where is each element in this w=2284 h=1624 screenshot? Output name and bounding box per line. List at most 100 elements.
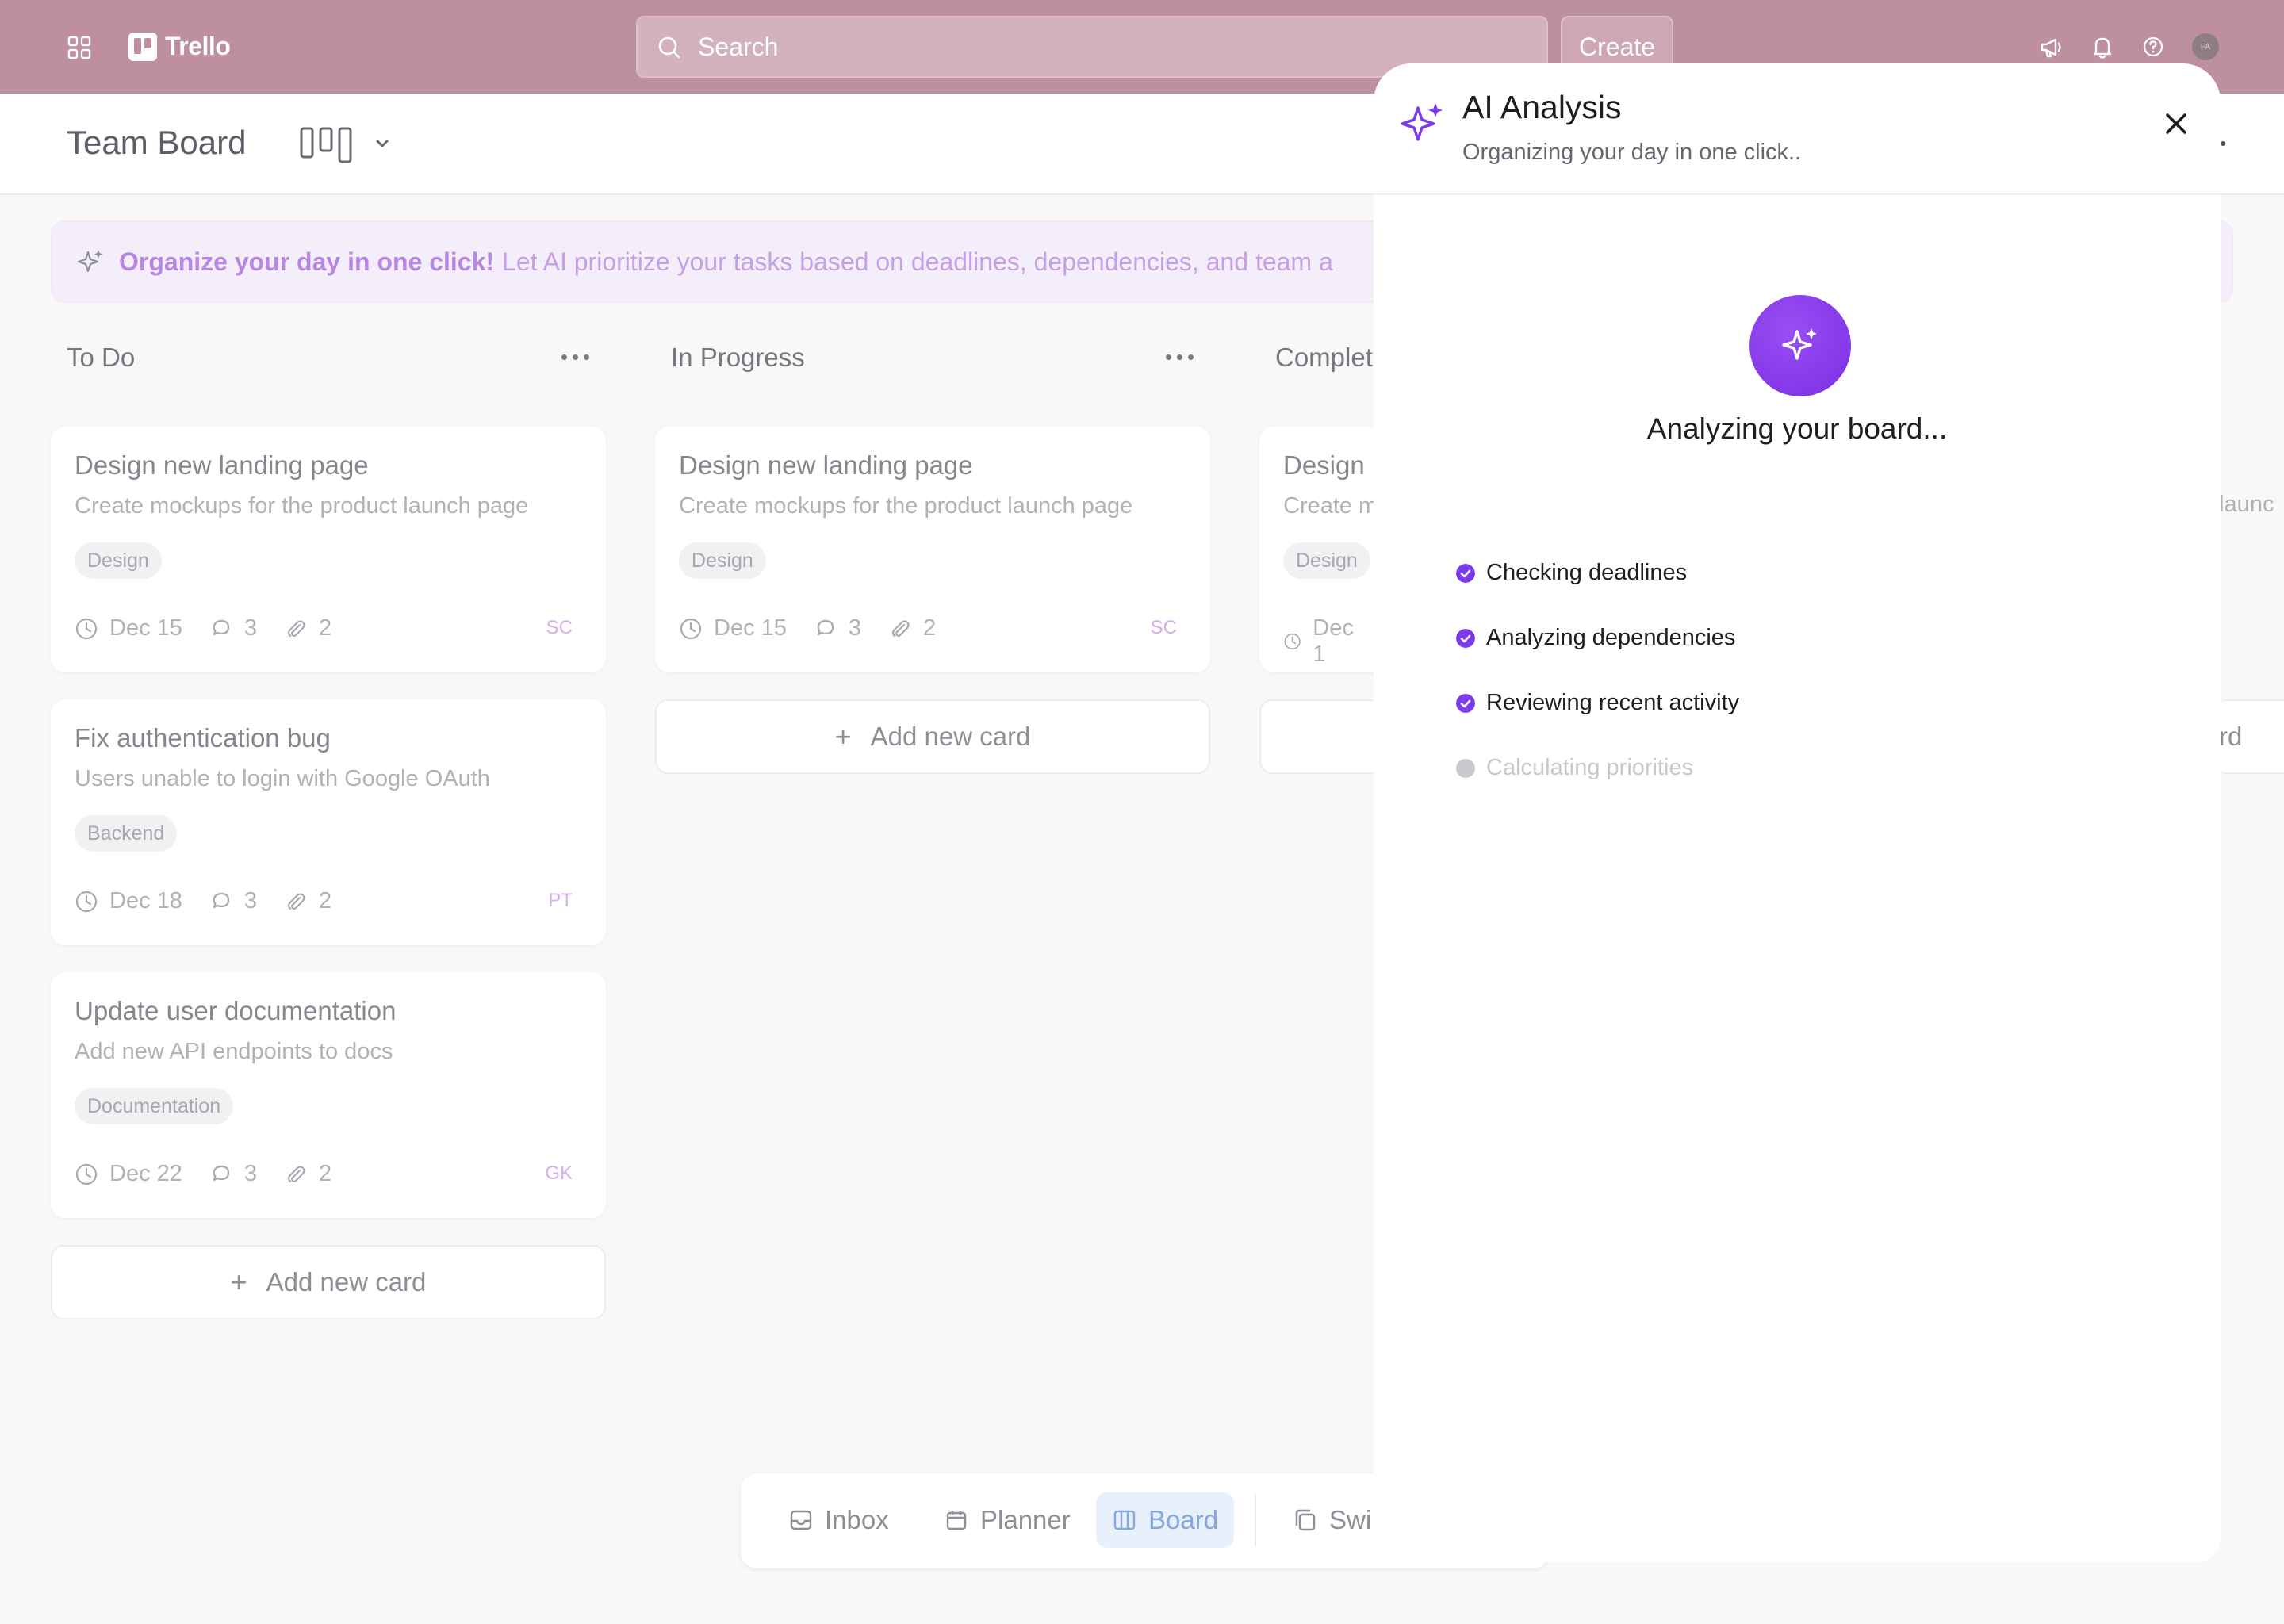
- card-assignee[interactable]: GK: [545, 1162, 573, 1185]
- column-title-completed: Complet: [1275, 343, 1373, 372]
- card-description: Create mockups for the product launch pa…: [679, 493, 1133, 519]
- card-description: Create m: [1283, 493, 1378, 519]
- analysis-status: Analyzing your board...: [1646, 412, 1948, 445]
- paperclip-icon: [891, 619, 910, 637]
- task-card[interactable]: Design new landing page Create mockups f…: [51, 427, 606, 672]
- card-description: Create mockups for the product launch pa…: [75, 493, 529, 519]
- clock-icon: [680, 618, 702, 639]
- analysis-step-label: Reviewing recent activity: [1486, 690, 1740, 715]
- clock-icon: [75, 891, 98, 912]
- check-circle-icon: [1456, 693, 1475, 713]
- card-title: Design new landing page: [679, 450, 973, 480]
- card-title: Design: [1283, 450, 1365, 480]
- card-due-date: Dec 1: [1313, 615, 1354, 667]
- card-due-date: Dec 22: [109, 1161, 182, 1186]
- sparkle-icon: [1401, 103, 1443, 141]
- brand-name: Trello: [165, 32, 231, 60]
- card-due-date: Dec 18: [109, 888, 182, 914]
- analysis-step-label: Analyzing dependencies: [1486, 625, 1736, 650]
- card-meta: Dec 15 3 2: [75, 615, 358, 642]
- card-assignee[interactable]: PT: [548, 890, 573, 912]
- nav-divider: [1255, 1494, 1256, 1546]
- card-due-date: Dec 15: [714, 615, 787, 641]
- plus-icon: +: [834, 720, 852, 753]
- clock-icon: [1284, 633, 1301, 650]
- analysis-step: Analyzing dependencies: [1456, 625, 1735, 651]
- analysis-spinner: [1749, 295, 1851, 396]
- card-label: Design: [679, 542, 766, 579]
- ai-analysis-modal: AI Analysis Organizing your day in one c…: [1374, 63, 2221, 1562]
- search-icon: [658, 36, 680, 59]
- peek-add-card-button[interactable]: rd: [2213, 699, 2284, 774]
- analysis-step-label: Checking deadlines: [1486, 560, 1688, 585]
- switch-boards-icon: [1295, 1509, 1316, 1531]
- clock-icon: [75, 1163, 98, 1185]
- bell-icon[interactable]: [2089, 33, 2116, 60]
- inbox-icon: [790, 1510, 812, 1530]
- megaphone-icon[interactable]: [2038, 33, 2065, 60]
- sparkle-icon: [1782, 328, 1817, 360]
- add-card-button[interactable]: [1259, 699, 1386, 774]
- help-icon[interactable]: [2140, 33, 2167, 60]
- board-icon: [1113, 1510, 1136, 1530]
- peek-add-card-label: rd: [2219, 722, 2243, 751]
- card-assignee[interactable]: SC: [1151, 617, 1177, 639]
- analysis-step: Checking deadlines: [1456, 560, 1687, 586]
- card-assignee[interactable]: SC: [546, 617, 573, 639]
- card-description: Users unable to login with Google OAuth: [75, 766, 490, 791]
- app-root: Trello Search Create FA Team Board Organ…: [0, 0, 2284, 1624]
- add-card-button[interactable]: + Add new card: [655, 699, 1210, 774]
- board-view-switcher[interactable]: [298, 125, 401, 165]
- analysis-step: Calculating priorities: [1456, 755, 1693, 781]
- card-label: Backend: [75, 815, 178, 852]
- comment-icon: [213, 1165, 229, 1181]
- card-title: Fix authentication bug: [75, 723, 331, 753]
- nav-inbox[interactable]: Inbox: [772, 1492, 905, 1548]
- banner-headline: Organize your day in one click!: [119, 247, 495, 276]
- paperclip-icon: [287, 892, 305, 910]
- card-label: Design: [1283, 542, 1370, 579]
- trello-logo[interactable]: Trello: [128, 32, 231, 61]
- nav-switch-label: Swi: [1329, 1505, 1372, 1534]
- card-meta: Dec 15 3 2: [679, 615, 963, 642]
- modal-title: AI Analysis: [1462, 89, 1622, 125]
- task-card[interactable]: Update user documentation Add new API en…: [51, 972, 606, 1218]
- banner-text: Let AI prioritize your tasks based on de…: [502, 247, 1333, 276]
- header-more-dot[interactable]: [2221, 141, 2225, 146]
- card-attachment-count: 2: [319, 888, 332, 914]
- paperclip-icon: [287, 1165, 305, 1182]
- close-icon[interactable]: [2162, 109, 2190, 138]
- calendar-icon: [946, 1511, 967, 1530]
- card-label: Documentation: [75, 1088, 234, 1124]
- add-card-button[interactable]: + Add new card: [51, 1245, 606, 1320]
- task-card[interactable]: Design new landing page Create mockups f…: [655, 427, 1210, 672]
- column-more-icon[interactable]: [561, 349, 596, 365]
- task-card[interactable]: Design Create m Design Dec 1: [1259, 427, 1386, 672]
- card-description: Add new API endpoints to docs: [75, 1039, 393, 1064]
- check-circle-icon: [1456, 628, 1475, 648]
- card-due-date: Dec 15: [109, 615, 182, 641]
- column-more-icon[interactable]: [1166, 349, 1201, 365]
- card-meta: Dec 1: [1283, 615, 1386, 668]
- user-avatar[interactable]: FA: [2192, 33, 2219, 60]
- card-title: Update user documentation: [75, 996, 397, 1025]
- apps-grid-icon[interactable]: [67, 35, 92, 60]
- card-comment-count: 3: [243, 615, 258, 641]
- check-circle-icon: [1456, 563, 1475, 583]
- nav-board[interactable]: Board: [1096, 1492, 1235, 1548]
- modal-subtitle: Organizing your day in one click..: [1462, 140, 1802, 165]
- card-meta: Dec 22 3 2: [75, 1161, 358, 1187]
- comment-icon: [213, 892, 229, 908]
- nav-inbox-label: Inbox: [825, 1505, 889, 1534]
- paperclip-icon: [287, 619, 305, 637]
- trello-logo-icon: [128, 32, 157, 61]
- card-title: Design new landing page: [75, 450, 369, 480]
- nav-switch[interactable]: Swi: [1277, 1492, 1387, 1548]
- sparkle-icon: [77, 250, 102, 273]
- nav-planner[interactable]: Planner: [928, 1492, 1086, 1548]
- nav-board-label: Board: [1148, 1505, 1219, 1534]
- card-comment-count: 3: [243, 1161, 258, 1186]
- card-attachment-count: 2: [319, 615, 332, 641]
- column-title-in-progress: In Progress: [671, 343, 805, 372]
- task-card[interactable]: Fix authentication bug Users unable to l…: [51, 699, 606, 945]
